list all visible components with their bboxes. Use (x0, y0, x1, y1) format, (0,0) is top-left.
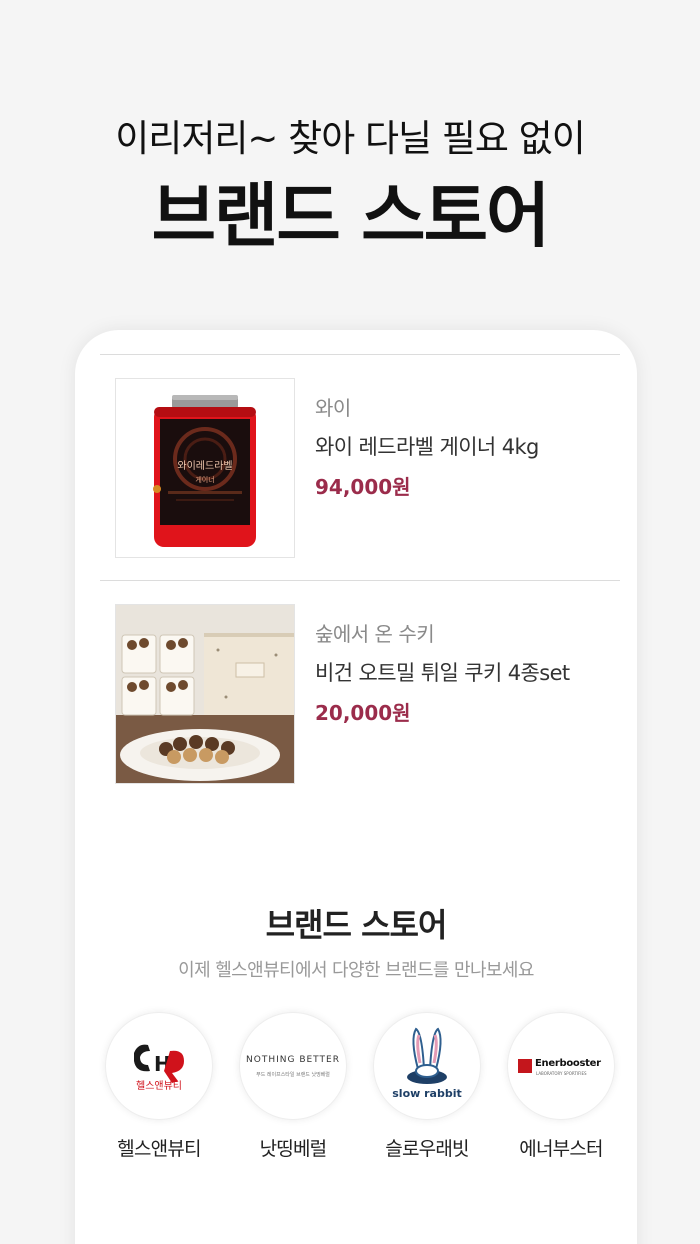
divider (100, 580, 620, 581)
brand-item-enerbooster[interactable]: Enerbooster LABORATORY SPORTIFIES 에너부스터 (507, 1012, 615, 1161)
brand-list: H 헬스앤뷰티 헬스앤뷰티 NOTHING BETTER 푸드 레이프스타일 브… (105, 1012, 625, 1172)
cookie-set-image (116, 605, 294, 783)
brand-item-slow-rabbit[interactable]: slow rabbit 슬로우래빗 (373, 1012, 481, 1161)
gainer-tub-image: 와이레드라벨 게이너 (116, 379, 294, 557)
phone-screen: 와이레드라벨 게이너 와이 와이 레드라벨 게이너 4kg 94,000원 숲에… (75, 330, 637, 1244)
product-card-whey-gainer[interactable]: 와이레드라벨 게이너 와이 와이 레드라벨 게이너 4kg 94,000원 (115, 378, 615, 558)
product-info: 숲에서 온 수키 비건 오트밀 튀일 쿠키 4종set 20,000원 (315, 618, 615, 726)
brand-item-health-beauty[interactable]: H 헬스앤뷰티 헬스앤뷰티 (105, 1012, 213, 1161)
product-brand[interactable]: 와이 (315, 392, 615, 421)
product-name[interactable]: 비건 오트밀 튀일 쿠키 4종set (315, 657, 615, 687)
gainer-label-text: 와이레드라벨 (177, 460, 232, 472)
brand-store-section-header: 브랜드 스토어 이제 헬스앤뷰티에서 다양한 브랜드를 만나보세요 (75, 900, 637, 982)
product-name[interactable]: 와이 레드라벨 게이너 4kg (315, 431, 615, 461)
brand-logo-slow-rabbit[interactable]: slow rabbit (373, 1012, 481, 1120)
brand-name[interactable]: 슬로우래빗 (373, 1134, 481, 1161)
nothing-better-logo-text: NOTHING BETTER (246, 1055, 340, 1065)
enerbooster-square-icon (518, 1059, 532, 1073)
gainer-sublabel-text: 게이너 (195, 475, 214, 484)
health-beauty-logo-text: 헬스앤뷰티 (136, 1080, 182, 1092)
brand-name[interactable]: 낫띵베럴 (239, 1134, 347, 1161)
product-image[interactable]: 와이레드라벨 게이너 (115, 378, 295, 558)
brand-logo-health-beauty[interactable]: H 헬스앤뷰티 (105, 1012, 213, 1120)
health-beauty-logo-icon: H 헬스앤뷰티 (134, 1044, 184, 1092)
product-image[interactable] (115, 604, 295, 784)
product-price: 94,000원 (315, 475, 411, 499)
slow-rabbit-logo-text: slow rabbit (392, 1087, 462, 1100)
hero-subtitle: 이리저리~ 찾아 다닐 필요 없이 (115, 117, 586, 160)
brand-store-description: 이제 헬스앤뷰티에서 다양한 브랜드를 만나보세요 (178, 960, 534, 981)
brand-store-title: 브랜드 스토어 (265, 906, 448, 944)
product-price: 20,000원 (315, 701, 411, 725)
product-brand[interactable]: 숲에서 온 수키 (315, 618, 615, 647)
brand-name[interactable]: 에너부스터 (507, 1134, 615, 1161)
brand-logo-enerbooster[interactable]: Enerbooster LABORATORY SPORTIFIES (507, 1012, 615, 1120)
brand-logo-nothing-better[interactable]: NOTHING BETTER 푸드 레이프스타일 브랜드 낫띵베럴 (239, 1012, 347, 1120)
brand-item-nothing-better[interactable]: NOTHING BETTER 푸드 레이프스타일 브랜드 낫띵베럴 낫띵베럴 (239, 1012, 347, 1161)
hero-title: 브랜드 스토어 (151, 175, 551, 257)
brand-name[interactable]: 헬스앤뷰티 (105, 1134, 213, 1161)
rabbit-icon: slow rabbit (392, 1027, 462, 1100)
enerbooster-logo-text: Enerbooster (535, 1058, 601, 1069)
nothing-better-logo-subtext: 푸드 레이프스타일 브랜드 낫띵베럴 (256, 1072, 330, 1078)
enerbooster-logo-subtext: LABORATORY SPORTIFIES (536, 1071, 587, 1076)
divider (100, 354, 620, 355)
product-info: 와이 와이 레드라벨 게이너 4kg 94,000원 (315, 392, 615, 500)
product-card-oatmeal-cookie[interactable]: 숲에서 온 수키 비건 오트밀 튀일 쿠키 4종set 20,000원 (115, 604, 615, 784)
